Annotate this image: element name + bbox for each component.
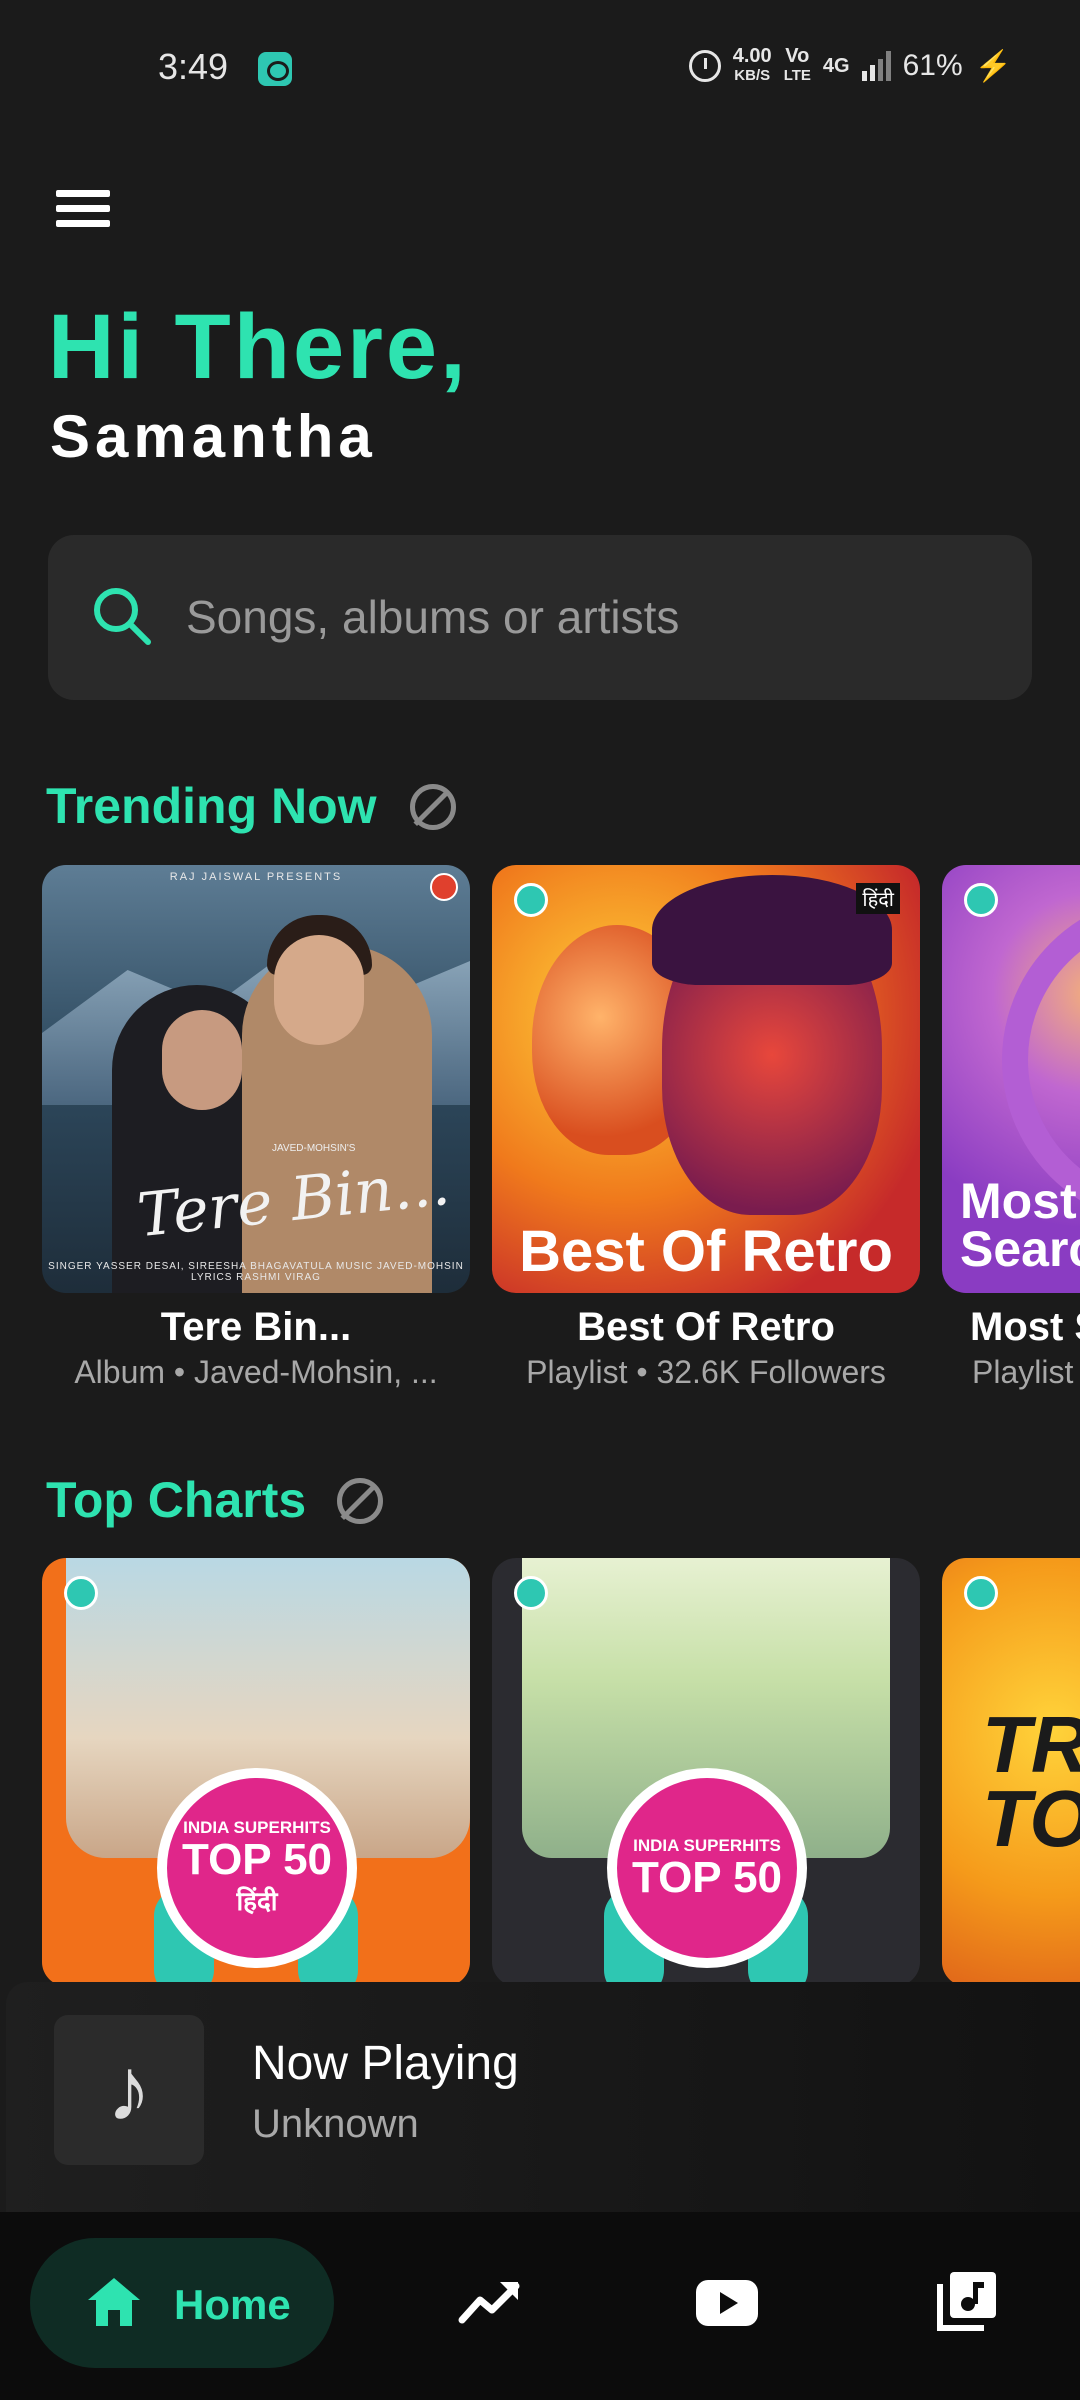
now-playing-subtitle: Unknown bbox=[252, 2102, 419, 2146]
card-title[interactable]: Most S bbox=[970, 1305, 1080, 1350]
saavn-logo-icon bbox=[514, 883, 548, 917]
home-icon bbox=[88, 2278, 140, 2326]
playlist-card-best-of-retro[interactable]: हिंदी Best Of Retro bbox=[492, 865, 920, 1293]
status-indicators: 4.00 KB/S Vo LTE 4G 61% ⚡ bbox=[688, 46, 1012, 86]
chart-card-india-superhits[interactable]: INDIA SUPERHITS TOP 50 bbox=[492, 1558, 920, 1986]
album-art-credit: JAVED-MOHSIN'S bbox=[272, 1143, 356, 1154]
video-play-icon[interactable] bbox=[696, 2280, 758, 2326]
user-name: Samantha bbox=[50, 403, 377, 470]
menu-icon[interactable] bbox=[56, 190, 112, 234]
now-playing-title[interactable]: Now Playing bbox=[252, 2036, 519, 2091]
album-art-credits: SINGER YASSER DESAI, SIREESHA BHAGAVATUL… bbox=[48, 1261, 464, 1283]
greeting-title: Hi There, bbox=[48, 296, 469, 398]
search-icon bbox=[94, 588, 151, 645]
hide-section-icon[interactable] bbox=[337, 1478, 383, 1524]
album-art-top-text: RAJ JAISWAL PRESENTS bbox=[169, 871, 343, 883]
playlist-art-title: Best Of Retro bbox=[519, 1219, 893, 1284]
card-subtitle: Playlist bbox=[972, 1354, 1074, 1390]
playlist-art-title: Most Searc bbox=[960, 1173, 1080, 1277]
charging-icon: ⚡ bbox=[974, 49, 1012, 83]
language-tag: हिंदी bbox=[856, 883, 900, 914]
saavn-logo-icon bbox=[964, 883, 998, 917]
saavn-logo-icon bbox=[964, 1576, 998, 1610]
net-speed-value: 4.00 bbox=[732, 45, 772, 67]
chart-card-india-superhits-hindi[interactable]: INDIA SUPERHITS TOP 50 हिंदी bbox=[42, 1558, 470, 1986]
network-type: 4G bbox=[822, 55, 850, 77]
hide-section-icon[interactable] bbox=[410, 784, 456, 830]
saavn-logo-icon bbox=[514, 1576, 548, 1610]
saavn-logo-icon bbox=[64, 1576, 98, 1610]
status-bar: 3:49 4.00 KB/S Vo LTE 4G 61% ⚡ bbox=[0, 0, 1080, 130]
music-library-icon[interactable] bbox=[934, 2270, 998, 2332]
card-title[interactable]: Best Of Retro bbox=[492, 1305, 920, 1350]
chart-badge: INDIA SUPERHITS TOP 50 हिंदी bbox=[157, 1768, 357, 1968]
chart-card-trending[interactable]: TR TO bbox=[942, 1558, 1080, 1986]
chart-badge: INDIA SUPERHITS TOP 50 bbox=[607, 1768, 807, 1968]
label-logo-icon bbox=[430, 873, 458, 901]
notification-app-icon bbox=[258, 52, 292, 86]
nav-home-label[interactable]: Home bbox=[174, 2281, 291, 2329]
card-title[interactable]: Tere Bin... bbox=[42, 1305, 470, 1350]
album-card-tere-bin[interactable]: RAJ JAISWAL PRESENTS JAVED-MOHSIN'S Tere… bbox=[42, 865, 470, 1293]
playlist-card-most-searched[interactable]: Most Searc bbox=[942, 865, 1080, 1293]
alarm-icon bbox=[688, 50, 721, 82]
card-subtitle: Album • Javed-Mohsin, ... bbox=[74, 1354, 438, 1390]
battery-level: 61% bbox=[902, 49, 963, 82]
trending-now-title: Trending Now bbox=[46, 778, 377, 834]
volte-indicator: Vo LTE bbox=[784, 46, 811, 86]
top-charts-title: Top Charts bbox=[46, 1472, 307, 1528]
volte-bottom: LTE bbox=[783, 67, 811, 84]
status-time: 3:49 bbox=[158, 46, 229, 87]
volte-top: Vo bbox=[785, 45, 810, 67]
net-speed-unit: KB/S bbox=[734, 67, 771, 84]
chart-art-text: TR TO bbox=[982, 1700, 1080, 1863]
net-speed: 4.00 KB/S bbox=[733, 46, 772, 86]
music-note-icon[interactable]: ♪ bbox=[54, 2015, 204, 2165]
trending-icon[interactable] bbox=[458, 2276, 522, 2328]
card-subtitle: Playlist • 32.6K Followers bbox=[526, 1354, 886, 1390]
signal-icon bbox=[861, 51, 891, 81]
search-placeholder[interactable]: Songs, albums or artists bbox=[186, 590, 679, 644]
